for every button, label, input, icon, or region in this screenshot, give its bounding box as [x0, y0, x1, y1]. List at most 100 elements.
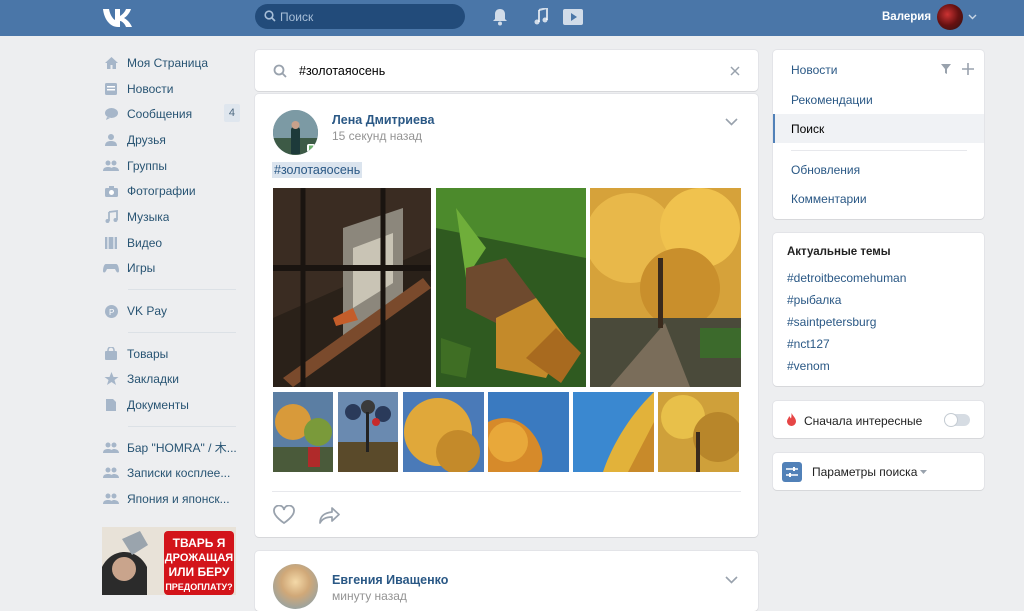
share-icon[interactable] [319, 506, 341, 524]
sidebar-divider [128, 289, 236, 291]
search-params-label: Параметры поиска [812, 465, 918, 479]
post-photo-thumb[interactable] [488, 392, 569, 472]
topics-title: Актуальные темы [787, 246, 891, 258]
sidebar-item-video[interactable]: Видео [100, 230, 240, 256]
video-icon [102, 234, 120, 252]
post-photo[interactable] [590, 188, 741, 387]
close-icon[interactable] [730, 66, 740, 76]
post-divider [272, 491, 741, 492]
sidebar-item-photos[interactable]: Фотографии [100, 178, 240, 204]
document-icon [102, 396, 120, 414]
post-time[interactable]: минуту назад [332, 589, 407, 603]
post-hashtag[interactable]: #золотаяосень [272, 162, 363, 178]
post-author[interactable]: Лена Дмитриева [332, 113, 434, 127]
camera-icon [102, 182, 120, 200]
sidebar-divider [128, 425, 236, 427]
left-sidebar: Моя Страница Новости Сообщения 4 Друзья … [100, 50, 240, 512]
music-icon [102, 208, 120, 226]
sidebar-community[interactable]: Бар "HOMRA" / 木... [100, 435, 240, 461]
games-icon [102, 259, 120, 277]
menu-item-comments[interactable]: Комментарии [791, 192, 867, 206]
topic-link[interactable]: #nct127 [787, 337, 830, 351]
vk-logo[interactable] [102, 6, 134, 28]
header-search[interactable]: Поиск [255, 4, 465, 29]
home-icon [102, 54, 120, 72]
sidebar-community[interactable]: Япония и японск... [100, 486, 240, 512]
post: Лена Дмитриева 15 секунд назад #золотаяо… [255, 94, 758, 537]
header-search-input[interactable]: Поиск [280, 10, 313, 24]
author-avatar[interactable] [273, 564, 318, 609]
video-play-icon[interactable] [562, 8, 584, 26]
menu-item-news[interactable]: Новости [791, 63, 837, 77]
post: Евгения Иващенко минуту назад [255, 551, 758, 611]
post-photo[interactable] [436, 188, 586, 387]
feed-search-bar: #золотаяосень [255, 50, 758, 91]
sidebar-item-friends[interactable]: Друзья [100, 127, 240, 153]
friends-icon [102, 131, 120, 149]
menu-item-search[interactable]: Поиск [791, 122, 824, 136]
sidebar-item-games[interactable]: Игры [100, 256, 240, 282]
post-time[interactable]: 15 секунд назад [332, 129, 422, 143]
community-icon [102, 490, 120, 508]
search-icon [264, 10, 276, 22]
post-photo-thumb[interactable] [658, 392, 739, 472]
sidebar-item-documents[interactable]: Документы [100, 392, 240, 418]
sidebar-community[interactable]: Записки косплее... [100, 461, 240, 487]
sidebar-item-messages[interactable]: Сообщения 4 [100, 101, 240, 127]
bell-icon[interactable] [492, 8, 508, 26]
trending-topics: Актуальные темы #detroitbecomehuman #рыб… [773, 233, 984, 386]
fire-icon [787, 413, 796, 426]
sidebar-item-bookmarks[interactable]: Закладки [100, 367, 240, 393]
svg-text:ДРОЖАЩАЯ: ДРОЖАЩАЯ [165, 552, 233, 564]
svg-text:ИЛИ БЕРУ: ИЛИ БЕРУ [169, 565, 230, 579]
ad-banner[interactable]: ТВАРЬ Я ДРОЖАЩАЯ ИЛИ БЕРУ ПРЕДОПЛАТУ? [102, 527, 236, 595]
community-icon [102, 464, 120, 482]
chevron-down-icon [920, 470, 927, 474]
topic-link[interactable]: #saintpetersburg [787, 315, 876, 329]
sidebar-item-my-page[interactable]: Моя Страница [100, 50, 240, 76]
news-filter-menu: Новости Рекомендации Поиск Обновления Ко… [773, 50, 984, 219]
like-heart-icon[interactable] [273, 505, 295, 524]
sidebar-item-music[interactable]: Музыка [100, 204, 240, 230]
post-author[interactable]: Евгения Иващенко [332, 573, 448, 587]
post-photo[interactable] [273, 188, 431, 387]
messages-count-badge: 4 [223, 104, 240, 123]
sidebar-item-goods[interactable]: Товары [100, 341, 240, 367]
topic-link[interactable]: #detroitbecomehuman [787, 271, 906, 285]
sidebar-item-news[interactable]: Новости [100, 76, 240, 102]
user-avatar[interactable] [937, 4, 963, 30]
sidebar-item-vk-pay[interactable]: P VK Pay [100, 298, 240, 324]
vkpay-icon: P [102, 302, 120, 320]
interesting-first-label: Сначала интересные [804, 414, 923, 428]
svg-text:ТВАРЬ Я: ТВАРЬ Я [173, 536, 226, 550]
filter-icon[interactable] [940, 63, 952, 75]
chevron-down-icon[interactable] [725, 118, 738, 126]
music-icon[interactable] [533, 8, 549, 26]
interesting-first-toggle[interactable] [944, 413, 970, 427]
plus-icon[interactable] [962, 63, 974, 75]
menu-item-recommendations[interactable]: Рекомендации [791, 93, 873, 107]
feed-search-input[interactable]: #золотаяосень [299, 64, 385, 78]
search-params[interactable]: Параметры поиска [773, 453, 984, 490]
post-photo-thumb[interactable] [338, 392, 398, 472]
author-avatar[interactable] [273, 110, 318, 155]
sidebar-item-groups[interactable]: Группы [100, 153, 240, 179]
user-name[interactable]: Валерия [882, 11, 931, 23]
topic-link[interactable]: #venom [787, 359, 830, 373]
post-photo-thumb[interactable] [573, 392, 654, 472]
post-photo-thumb[interactable] [273, 392, 333, 472]
sidebar-divider [128, 331, 236, 333]
menu-divider [791, 150, 967, 151]
sliders-icon [782, 462, 802, 482]
star-icon [102, 370, 120, 388]
groups-icon [102, 157, 120, 175]
topic-link[interactable]: #рыбалка [787, 293, 841, 307]
news-icon [102, 80, 120, 98]
menu-item-updates[interactable]: Обновления [791, 163, 860, 177]
chevron-down-icon[interactable] [725, 576, 738, 584]
interesting-first-toggle-row[interactable]: Сначала интересные [773, 401, 984, 438]
post-photo-thumb[interactable] [403, 392, 484, 472]
ad-image: ТВАРЬ Я ДРОЖАЩАЯ ИЛИ БЕРУ ПРЕДОПЛАТУ? [102, 527, 236, 595]
chevron-down-icon[interactable] [968, 14, 977, 20]
messages-icon [102, 105, 120, 123]
